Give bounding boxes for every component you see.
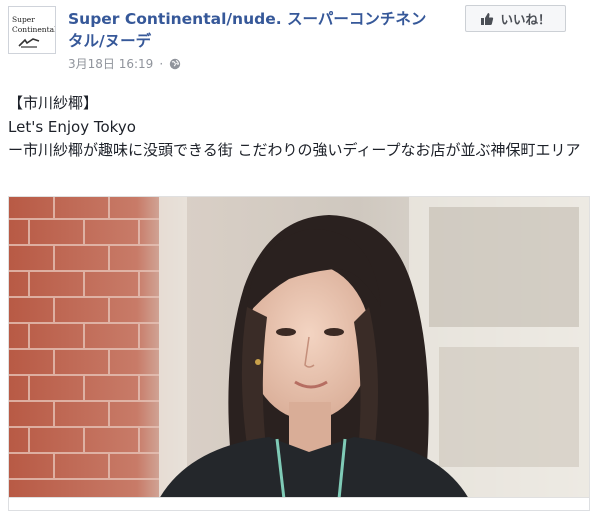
- page-name-link[interactable]: Super Continental/nude. スーパーコンチネンタル/ヌーデ: [68, 8, 440, 52]
- avatar-logo-line1: Super: [12, 15, 35, 24]
- meta-separator: ·: [159, 56, 164, 71]
- photo-illustration: [9, 197, 589, 497]
- post-timestamp[interactable]: 3月18日 16:19: [68, 55, 153, 72]
- avatar-logo-line2: Continental: [12, 25, 56, 34]
- thumbs-up-icon: [481, 12, 494, 25]
- post-text-line: 【市川紗椰】: [8, 94, 99, 112]
- logo-mark-icon: [18, 38, 40, 48]
- post-photo[interactable]: [8, 196, 590, 498]
- post-text-line: ー市川紗椰が趣味に没頭できる街 こだわりの強いディープなお店が並ぶ神保町エリア: [8, 141, 581, 159]
- page-like-button[interactable]: いいね！: [465, 5, 566, 32]
- globe-icon[interactable]: [169, 58, 181, 70]
- attachment-footer: [8, 498, 590, 511]
- like-button-label: いいね！: [500, 12, 551, 27]
- page-avatar[interactable]: Super Continental: [8, 6, 56, 54]
- post-text-line: Let's Enjoy Tokyo: [8, 117, 136, 136]
- post-meta: 3月18日 16:19 ·: [68, 55, 181, 72]
- post-message: 【市川紗椰】 Let's Enjoy Tokyo ー市川紗椰が趣味に没頭できる街…: [8, 92, 594, 163]
